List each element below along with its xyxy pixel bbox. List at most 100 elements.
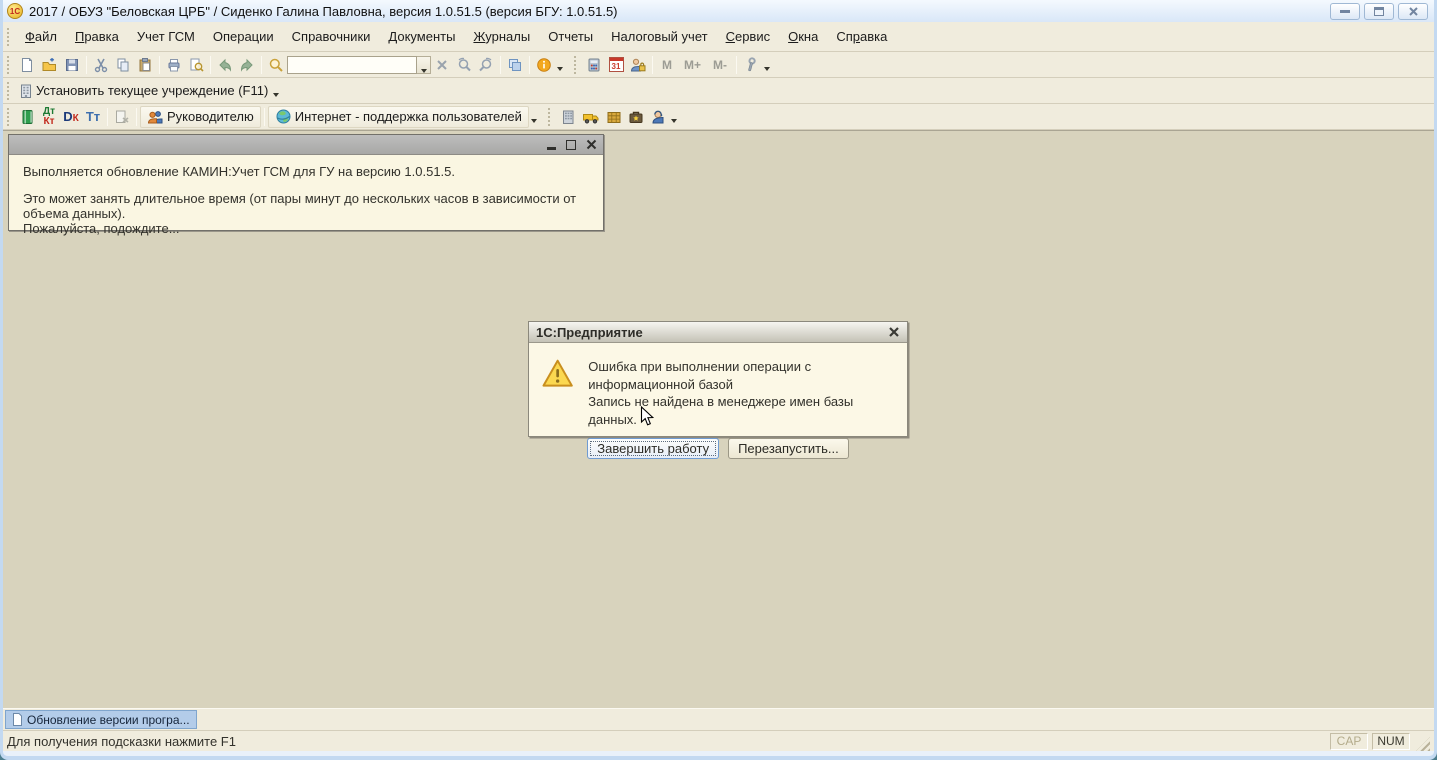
- quit-button[interactable]: Завершить работу: [587, 438, 719, 459]
- toolbar-grip[interactable]: [6, 28, 11, 46]
- briefcase-button[interactable]: [625, 106, 647, 128]
- cut-button[interactable]: [90, 54, 112, 76]
- menu-item-documents[interactable]: Документы: [379, 25, 464, 48]
- green-book-icon: [20, 109, 34, 125]
- menu-item-journals[interactable]: Журналы: [464, 25, 539, 48]
- minimize-icon[interactable]: [547, 147, 556, 150]
- service-settings-button[interactable]: [740, 54, 762, 76]
- maximize-button[interactable]: [1364, 3, 1394, 20]
- menu-item-edit[interactable]: Правка: [66, 25, 128, 48]
- print-preview-button[interactable]: [185, 54, 207, 76]
- clear-search-button[interactable]: [431, 54, 453, 76]
- paste-button[interactable]: [134, 54, 156, 76]
- error-dialog: 1С:Предприятие Ошибка при выполнении опе…: [528, 321, 908, 437]
- menu-item-directories[interactable]: Справочники: [283, 25, 380, 48]
- dropdown-arrow-icon[interactable]: [764, 67, 770, 71]
- toolbar-grip[interactable]: [6, 108, 11, 126]
- menu-item-windows[interactable]: Окна: [779, 25, 827, 48]
- search-input[interactable]: [287, 56, 417, 74]
- update-message-line1: Выполняется обновление КАМИН:Учет ГСМ дл…: [23, 164, 589, 179]
- open-folder-icon: [41, 57, 58, 73]
- restart-button[interactable]: Перезапустить...: [728, 438, 849, 459]
- error-message-line1: Ошибка при выполнении операции с информа…: [588, 358, 897, 393]
- calculator-button[interactable]: [583, 54, 605, 76]
- error-message: Ошибка при выполнении операции с информа…: [588, 355, 897, 428]
- transport-button[interactable]: [579, 106, 603, 128]
- app-logo-icon: 1С: [7, 3, 23, 19]
- briefcase-star-icon: [628, 109, 644, 125]
- memory-subtract-button[interactable]: M-: [707, 54, 733, 76]
- tt-button[interactable]: Тт: [82, 106, 104, 128]
- find-previous-button[interactable]: [475, 54, 497, 76]
- operator-button[interactable]: [647, 106, 669, 128]
- toolbar-standard: 31 M M+ M-: [3, 52, 1434, 78]
- copy-button[interactable]: [112, 54, 134, 76]
- separator: [652, 56, 653, 74]
- dropdown-arrow-icon[interactable]: [671, 119, 677, 123]
- close-button[interactable]: [1398, 3, 1428, 20]
- dropdown-arrow-icon[interactable]: [557, 67, 563, 71]
- menu-item-fuel-accounting[interactable]: Учет ГСМ: [128, 25, 204, 48]
- dt-kt-postings-button[interactable]: ДтКт: [38, 106, 60, 128]
- mouse-cursor: [640, 406, 654, 432]
- search-button[interactable]: [265, 54, 287, 76]
- dk-button[interactable]: DК: [60, 106, 82, 128]
- forward-button[interactable]: [236, 54, 258, 76]
- memory-recall-button[interactable]: M: [656, 54, 678, 76]
- calendar-button[interactable]: 31: [605, 54, 627, 76]
- update-message-line3: Пожалуйста, подождите...: [23, 221, 589, 236]
- toolbar-grip[interactable]: [6, 56, 11, 74]
- separator: [261, 56, 262, 74]
- paste-icon: [137, 57, 153, 73]
- open-button[interactable]: [38, 54, 61, 76]
- dt-kt-icon: ДтКт: [43, 107, 55, 127]
- menu-item-reports[interactable]: Отчеты: [539, 25, 602, 48]
- manager-people-icon: [147, 109, 164, 125]
- search-dropdown-button[interactable]: [417, 56, 431, 74]
- user-lock-icon: [630, 57, 646, 73]
- find-next-icon: [456, 57, 472, 73]
- minimize-button[interactable]: [1330, 3, 1360, 20]
- new-document-button[interactable]: [16, 54, 38, 76]
- menu-item-file[interactable]: Файл: [16, 25, 66, 48]
- back-button[interactable]: [214, 54, 236, 76]
- calculation-button[interactable]: [557, 106, 579, 128]
- menu-item-help[interactable]: Справка: [827, 25, 896, 48]
- find-next-button[interactable]: [453, 54, 475, 76]
- toolbar-grip[interactable]: [6, 82, 11, 100]
- taskbar-tab-update[interactable]: Обновление версии програ...: [5, 710, 197, 729]
- resize-grip[interactable]: [1416, 737, 1430, 751]
- error-dialog-titlebar: 1С:Предприятие: [529, 322, 907, 343]
- set-institution-button[interactable]: Установить текущее учреждение (F11): [16, 80, 271, 102]
- ledger-button[interactable]: [16, 106, 38, 128]
- toolbar-grip[interactable]: [573, 56, 578, 74]
- dialog-close-button[interactable]: [888, 326, 900, 338]
- menu-item-operations[interactable]: Операции: [204, 25, 283, 48]
- error-dialog-body: Ошибка при выполнении операции с информа…: [529, 343, 907, 428]
- print-button[interactable]: [163, 54, 185, 76]
- maximize-icon[interactable]: [566, 140, 576, 150]
- toolbar-grip[interactable]: [547, 108, 552, 126]
- close-icon[interactable]: [586, 139, 597, 150]
- document-check-button[interactable]: [111, 106, 133, 128]
- info-button[interactable]: [533, 54, 555, 76]
- new-document-icon: [19, 57, 35, 73]
- dropdown-arrow-icon[interactable]: [531, 119, 537, 123]
- manager-button[interactable]: Руководителю: [140, 106, 261, 128]
- dropdown-arrow-icon[interactable]: [273, 93, 279, 97]
- memory-add-button[interactable]: M+: [678, 54, 707, 76]
- close-icon: [1408, 6, 1419, 17]
- menu-item-tax-accounting[interactable]: Налоговый учет: [602, 25, 716, 48]
- calculator-icon: [586, 57, 602, 73]
- search-icon: [268, 57, 284, 73]
- building-icon: [19, 83, 33, 99]
- stacked-windows-icon: [507, 57, 523, 73]
- copy-windows-button[interactable]: [504, 54, 526, 76]
- truck-icon: [582, 109, 600, 125]
- menu-item-service[interactable]: Сервис: [717, 25, 780, 48]
- save-button[interactable]: [61, 54, 83, 76]
- internet-support-button[interactable]: Интернет - поддержка пользователей: [268, 106, 529, 128]
- back-arrow-icon: [217, 58, 233, 72]
- user-permissions-button[interactable]: [627, 54, 649, 76]
- warehouse-button[interactable]: [603, 106, 625, 128]
